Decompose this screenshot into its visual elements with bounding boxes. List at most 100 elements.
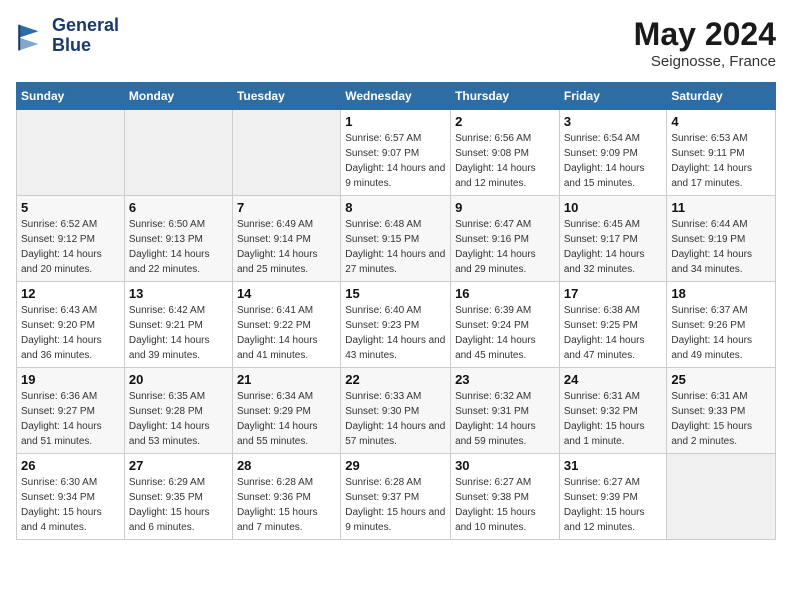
day-cell: 19 Sunrise: 6:36 AMSunset: 9:27 PMDaylig… — [17, 368, 125, 454]
day-cell: 7 Sunrise: 6:49 AMSunset: 9:14 PMDayligh… — [232, 196, 340, 282]
day-number: 22 — [345, 372, 446, 387]
day-number: 13 — [129, 286, 228, 301]
day-cell: 24 Sunrise: 6:31 AMSunset: 9:32 PMDaylig… — [559, 368, 667, 454]
day-number: 19 — [21, 372, 120, 387]
day-cell: 14 Sunrise: 6:41 AMSunset: 9:22 PMDaylig… — [232, 282, 340, 368]
day-number: 14 — [237, 286, 336, 301]
day-number: 29 — [345, 458, 446, 473]
day-cell: 6 Sunrise: 6:50 AMSunset: 9:13 PMDayligh… — [124, 196, 232, 282]
day-info: Sunrise: 6:31 AMSunset: 9:33 PMDaylight:… — [671, 389, 771, 449]
week-row-5: 26 Sunrise: 6:30 AMSunset: 9:34 PMDaylig… — [17, 454, 776, 540]
day-info: Sunrise: 6:31 AMSunset: 9:32 PMDaylight:… — [564, 389, 663, 449]
day-info: Sunrise: 6:41 AMSunset: 9:22 PMDaylight:… — [237, 303, 336, 363]
day-info: Sunrise: 6:28 AMSunset: 9:37 PMDaylight:… — [345, 475, 446, 535]
day-info: Sunrise: 6:50 AMSunset: 9:13 PMDaylight:… — [129, 217, 228, 277]
day-number: 12 — [21, 286, 120, 301]
day-info: Sunrise: 6:38 AMSunset: 9:25 PMDaylight:… — [564, 303, 663, 363]
day-info: Sunrise: 6:37 AMSunset: 9:26 PMDaylight:… — [671, 303, 771, 363]
day-cell: 25 Sunrise: 6:31 AMSunset: 9:33 PMDaylig… — [667, 368, 776, 454]
day-info: Sunrise: 6:40 AMSunset: 9:23 PMDaylight:… — [345, 303, 446, 363]
day-number: 7 — [237, 200, 336, 215]
day-info: Sunrise: 6:44 AMSunset: 9:19 PMDaylight:… — [671, 217, 771, 277]
day-info: Sunrise: 6:49 AMSunset: 9:14 PMDaylight:… — [237, 217, 336, 277]
day-cell: 5 Sunrise: 6:52 AMSunset: 9:12 PMDayligh… — [17, 196, 125, 282]
day-cell: 29 Sunrise: 6:28 AMSunset: 9:37 PMDaylig… — [341, 454, 451, 540]
day-cell: 13 Sunrise: 6:42 AMSunset: 9:21 PMDaylig… — [124, 282, 232, 368]
day-info: Sunrise: 6:32 AMSunset: 9:31 PMDaylight:… — [455, 389, 555, 449]
day-info: Sunrise: 6:39 AMSunset: 9:24 PMDaylight:… — [455, 303, 555, 363]
col-header-tuesday: Tuesday — [232, 83, 340, 110]
day-info: Sunrise: 6:43 AMSunset: 9:20 PMDaylight:… — [21, 303, 120, 363]
day-number: 27 — [129, 458, 228, 473]
day-cell — [17, 110, 125, 196]
month-year: May 2024 — [634, 16, 776, 53]
day-number: 5 — [21, 200, 120, 215]
col-header-friday: Friday — [559, 83, 667, 110]
week-row-2: 5 Sunrise: 6:52 AMSunset: 9:12 PMDayligh… — [17, 196, 776, 282]
day-cell: 18 Sunrise: 6:37 AMSunset: 9:26 PMDaylig… — [667, 282, 776, 368]
day-info: Sunrise: 6:29 AMSunset: 9:35 PMDaylight:… — [129, 475, 228, 535]
day-info: Sunrise: 6:27 AMSunset: 9:38 PMDaylight:… — [455, 475, 555, 535]
day-cell: 21 Sunrise: 6:34 AMSunset: 9:29 PMDaylig… — [232, 368, 340, 454]
day-cell: 9 Sunrise: 6:47 AMSunset: 9:16 PMDayligh… — [451, 196, 560, 282]
day-cell: 23 Sunrise: 6:32 AMSunset: 9:31 PMDaylig… — [451, 368, 560, 454]
calendar-table: SundayMondayTuesdayWednesdayThursdayFrid… — [16, 82, 776, 540]
day-info: Sunrise: 6:45 AMSunset: 9:17 PMDaylight:… — [564, 217, 663, 277]
day-cell: 26 Sunrise: 6:30 AMSunset: 9:34 PMDaylig… — [17, 454, 125, 540]
day-info: Sunrise: 6:36 AMSunset: 9:27 PMDaylight:… — [21, 389, 120, 449]
day-number: 9 — [455, 200, 555, 215]
day-info: Sunrise: 6:56 AMSunset: 9:08 PMDaylight:… — [455, 131, 555, 191]
week-row-4: 19 Sunrise: 6:36 AMSunset: 9:27 PMDaylig… — [17, 368, 776, 454]
day-info: Sunrise: 6:30 AMSunset: 9:34 PMDaylight:… — [21, 475, 120, 535]
day-info: Sunrise: 6:34 AMSunset: 9:29 PMDaylight:… — [237, 389, 336, 449]
day-number: 4 — [671, 114, 771, 129]
day-cell — [232, 110, 340, 196]
day-info: Sunrise: 6:57 AMSunset: 9:07 PMDaylight:… — [345, 131, 446, 191]
day-cell: 11 Sunrise: 6:44 AMSunset: 9:19 PMDaylig… — [667, 196, 776, 282]
day-cell — [667, 454, 776, 540]
day-cell: 4 Sunrise: 6:53 AMSunset: 9:11 PMDayligh… — [667, 110, 776, 196]
day-number: 30 — [455, 458, 555, 473]
day-info: Sunrise: 6:27 AMSunset: 9:39 PMDaylight:… — [564, 475, 663, 535]
location: Seignosse, France — [634, 53, 776, 70]
day-number: 31 — [564, 458, 663, 473]
col-header-wednesday: Wednesday — [341, 83, 451, 110]
logo-icon — [16, 20, 48, 52]
day-cell: 3 Sunrise: 6:54 AMSunset: 9:09 PMDayligh… — [559, 110, 667, 196]
col-header-thursday: Thursday — [451, 83, 560, 110]
logo: General Blue — [16, 16, 119, 56]
day-number: 2 — [455, 114, 555, 129]
day-number: 15 — [345, 286, 446, 301]
day-number: 26 — [21, 458, 120, 473]
col-header-sunday: Sunday — [17, 83, 125, 110]
day-info: Sunrise: 6:35 AMSunset: 9:28 PMDaylight:… — [129, 389, 228, 449]
day-cell: 12 Sunrise: 6:43 AMSunset: 9:20 PMDaylig… — [17, 282, 125, 368]
day-cell: 28 Sunrise: 6:28 AMSunset: 9:36 PMDaylig… — [232, 454, 340, 540]
day-number: 10 — [564, 200, 663, 215]
day-number: 24 — [564, 372, 663, 387]
header-row: SundayMondayTuesdayWednesdayThursdayFrid… — [17, 83, 776, 110]
day-cell: 22 Sunrise: 6:33 AMSunset: 9:30 PMDaylig… — [341, 368, 451, 454]
day-cell: 2 Sunrise: 6:56 AMSunset: 9:08 PMDayligh… — [451, 110, 560, 196]
week-row-3: 12 Sunrise: 6:43 AMSunset: 9:20 PMDaylig… — [17, 282, 776, 368]
day-number: 18 — [671, 286, 771, 301]
page-header: General Blue May 2024 Seignosse, France — [16, 16, 776, 70]
day-number: 1 — [345, 114, 446, 129]
day-cell: 30 Sunrise: 6:27 AMSunset: 9:38 PMDaylig… — [451, 454, 560, 540]
day-number: 20 — [129, 372, 228, 387]
day-info: Sunrise: 6:28 AMSunset: 9:36 PMDaylight:… — [237, 475, 336, 535]
day-cell: 10 Sunrise: 6:45 AMSunset: 9:17 PMDaylig… — [559, 196, 667, 282]
col-header-saturday: Saturday — [667, 83, 776, 110]
day-cell: 31 Sunrise: 6:27 AMSunset: 9:39 PMDaylig… — [559, 454, 667, 540]
day-cell: 17 Sunrise: 6:38 AMSunset: 9:25 PMDaylig… — [559, 282, 667, 368]
day-number: 8 — [345, 200, 446, 215]
day-info: Sunrise: 6:54 AMSunset: 9:09 PMDaylight:… — [564, 131, 663, 191]
day-cell: 8 Sunrise: 6:48 AMSunset: 9:15 PMDayligh… — [341, 196, 451, 282]
day-cell — [124, 110, 232, 196]
day-info: Sunrise: 6:48 AMSunset: 9:15 PMDaylight:… — [345, 217, 446, 277]
day-cell: 27 Sunrise: 6:29 AMSunset: 9:35 PMDaylig… — [124, 454, 232, 540]
day-cell: 15 Sunrise: 6:40 AMSunset: 9:23 PMDaylig… — [341, 282, 451, 368]
day-number: 6 — [129, 200, 228, 215]
day-number: 17 — [564, 286, 663, 301]
day-info: Sunrise: 6:52 AMSunset: 9:12 PMDaylight:… — [21, 217, 120, 277]
